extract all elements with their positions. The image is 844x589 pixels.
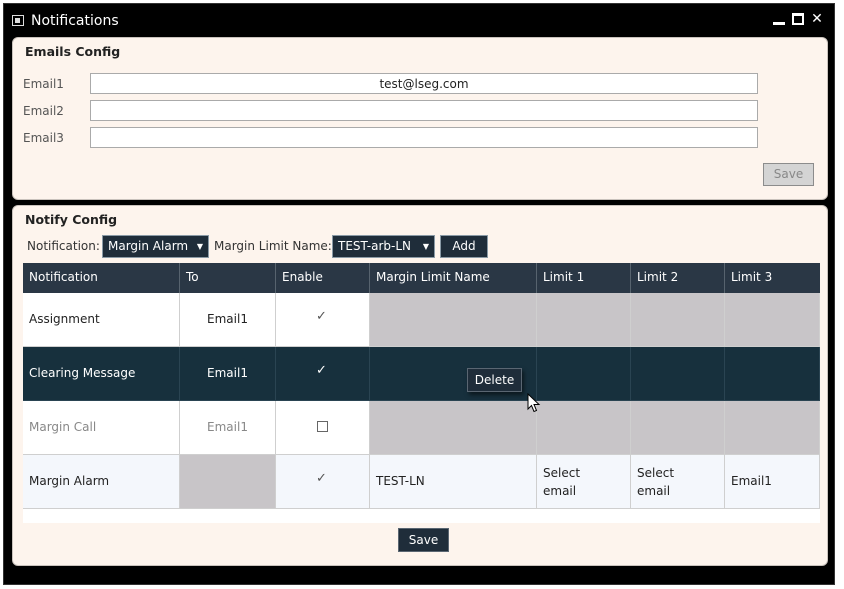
column-header-to[interactable]: To — [180, 263, 276, 293]
margin-limit-name-label: Margin Limit Name: — [214, 239, 332, 253]
notification-cell-text: Margin Alarm — [29, 474, 110, 488]
limit-2-cell — [631, 401, 725, 455]
chevron-down-icon: ▼ — [196, 242, 203, 251]
enable-cell[interactable] — [276, 455, 370, 509]
notify-config-panel: Notify Config Notification: Margin Alarm… — [12, 205, 828, 566]
maximize-icon[interactable] — [791, 12, 805, 26]
emails-save-button[interactable]: Save — [763, 163, 814, 186]
notification-cell[interactable]: Margin Call — [23, 401, 180, 455]
title-bar[interactable]: Notifications ✕ — [4, 4, 834, 37]
mouse-cursor-icon — [527, 393, 541, 413]
margin-limit-name-cell — [370, 293, 537, 347]
limit-1-cell-text: Select email — [543, 466, 581, 498]
notification-cell-text: Assignment — [29, 312, 100, 326]
limit-2-cell-text: Select email — [637, 466, 675, 498]
margin-limit-name-dropdown[interactable]: TEST-arb-LN ▼ — [332, 235, 435, 258]
checkbox-checked-icon[interactable] — [316, 309, 328, 324]
column-header-margin-limit-name[interactable]: Margin Limit Name — [370, 263, 537, 293]
close-icon[interactable]: ✕ — [810, 12, 824, 26]
column-header-limit-2[interactable]: Limit 2 — [631, 263, 725, 293]
enable-cell[interactable] — [276, 401, 370, 455]
notification-dropdown[interactable]: Margin Alarm ▼ — [102, 235, 209, 258]
checkbox-checked-icon[interactable] — [316, 363, 328, 378]
grid-header: Notification To Enable Margin Limit Name… — [23, 263, 820, 294]
margin-limit-name-cell-text: TEST-LN — [376, 474, 425, 488]
limit-3-cell[interactable]: Email1 — [725, 455, 820, 509]
to-cell-text: Email1 — [207, 312, 248, 326]
column-header-limit-1[interactable]: Limit 1 — [537, 263, 631, 293]
email1-field[interactable] — [90, 73, 758, 94]
app-icon — [12, 15, 24, 26]
column-header-enable[interactable]: Enable — [276, 263, 370, 293]
email1-label: Email1 — [23, 77, 64, 91]
add-button[interactable]: Add — [440, 235, 488, 258]
to-cell-text: Email1 — [207, 420, 248, 434]
to-cell[interactable]: Email1 — [180, 401, 276, 455]
limit-3-cell-text: Email1 — [731, 474, 772, 488]
limit-3-cell — [725, 293, 820, 347]
limit-1-cell — [537, 401, 631, 455]
to-cell[interactable]: Email1 — [180, 293, 276, 347]
email2-label: Email2 — [23, 104, 64, 118]
grid-empty-area — [23, 509, 820, 523]
limit-3-cell — [725, 347, 820, 401]
checkbox-unchecked-icon[interactable] — [317, 421, 328, 432]
context-menu-delete[interactable]: Delete — [467, 368, 522, 392]
notification-label: Notification: — [27, 239, 100, 253]
minimize-icon[interactable] — [772, 12, 786, 26]
margin-limit-name-dropdown-value: TEST-arb-LN — [338, 239, 411, 253]
chevron-down-icon: ▼ — [422, 242, 429, 251]
notification-cell-text: Clearing Message — [29, 366, 136, 380]
notification-cell[interactable]: Clearing Message — [23, 347, 180, 401]
margin-limit-name-cell — [370, 401, 537, 455]
table-row[interactable]: Assignment Email1 — [23, 293, 820, 347]
enable-cell[interactable] — [276, 347, 370, 401]
notifications-window: Notifications ✕ Emails Config Email1 Ema… — [3, 3, 835, 585]
email3-field[interactable] — [90, 127, 758, 148]
limit-1-cell[interactable]: Select email — [537, 455, 631, 509]
emails-config-panel: Emails Config Email1 Email2 Email3 Save — [12, 37, 828, 200]
notify-config-title: Notify Config — [25, 212, 118, 227]
checkbox-checked-icon[interactable] — [316, 471, 328, 486]
notification-cell[interactable]: Margin Alarm — [23, 455, 180, 509]
limit-2-cell — [631, 347, 725, 401]
emails-config-title: Emails Config — [25, 44, 121, 59]
margin-limit-name-cell[interactable]: TEST-LN — [370, 455, 537, 509]
to-cell — [180, 455, 276, 509]
email2-field[interactable] — [90, 100, 758, 121]
to-cell-text: Email1 — [207, 366, 248, 380]
column-header-notification[interactable]: Notification — [23, 263, 180, 293]
to-cell[interactable]: Email1 — [180, 347, 276, 401]
email3-label: Email3 — [23, 131, 64, 145]
notify-save-button[interactable]: Save — [398, 528, 449, 552]
limit-2-cell — [631, 293, 725, 347]
column-header-limit-3[interactable]: Limit 3 — [725, 263, 820, 293]
limit-3-cell — [725, 401, 820, 455]
notification-cell-text: Margin Call — [29, 420, 97, 434]
limit-1-cell — [537, 293, 631, 347]
limit-1-cell — [537, 347, 631, 401]
notification-dropdown-value: Margin Alarm — [108, 239, 189, 253]
enable-cell[interactable] — [276, 293, 370, 347]
limit-2-cell[interactable]: Select email — [631, 455, 725, 509]
table-row-selected[interactable]: Clearing Message Email1 — [23, 347, 820, 401]
table-row[interactable]: Margin Alarm TEST-LN Select email Select… — [23, 455, 820, 509]
window-title: Notifications — [31, 13, 119, 29]
table-row[interactable]: Margin Call Email1 — [23, 401, 820, 455]
notification-cell[interactable]: Assignment — [23, 293, 180, 347]
